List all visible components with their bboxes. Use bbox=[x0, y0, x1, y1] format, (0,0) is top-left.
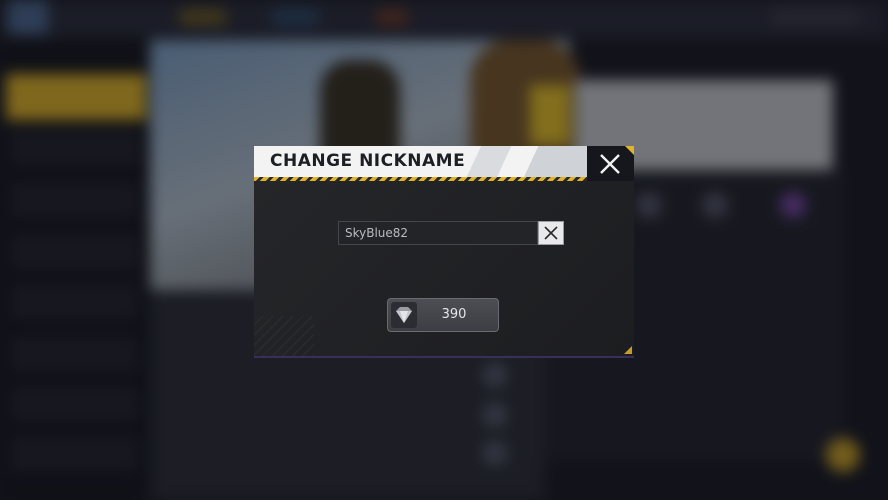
currency-icon-box bbox=[391, 302, 417, 328]
change-nickname-dialog: CHANGE NICKNAME 390 bbox=[254, 146, 634, 358]
close-icon bbox=[600, 154, 620, 174]
body-corner-accent bbox=[624, 346, 632, 354]
price-label: 390 bbox=[441, 307, 467, 322]
confirm-purchase-button[interactable]: 390 bbox=[387, 298, 499, 332]
nickname-input[interactable] bbox=[338, 221, 538, 245]
close-button[interactable] bbox=[587, 146, 634, 181]
dialog-body: 390 bbox=[254, 181, 634, 358]
close-button-corner bbox=[625, 146, 634, 155]
dialog-header: CHANGE NICKNAME bbox=[254, 146, 587, 179]
dialog-title: CHANGE NICKNAME bbox=[270, 151, 466, 171]
close-icon bbox=[544, 226, 558, 240]
diamond-icon bbox=[396, 307, 412, 323]
clear-nickname-button[interactable] bbox=[538, 221, 564, 245]
body-decoration bbox=[254, 316, 314, 356]
